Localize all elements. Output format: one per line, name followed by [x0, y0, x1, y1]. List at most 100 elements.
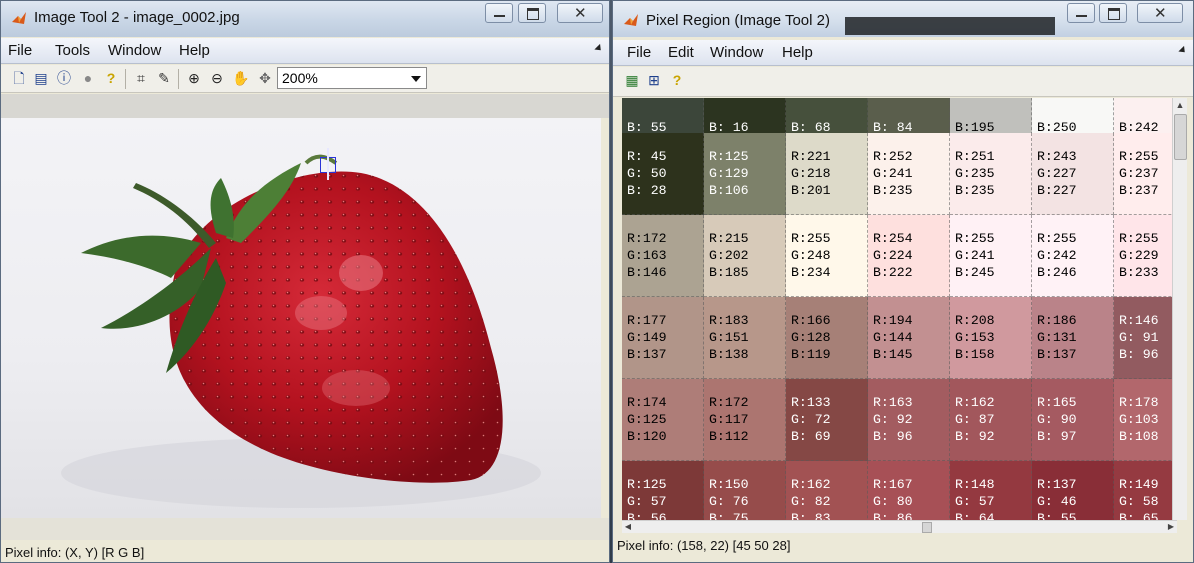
new-file-icon[interactable]: 🗋 [10, 69, 28, 87]
scroll-up-arrow-icon[interactable]: ▲ [1173, 98, 1187, 112]
zoom-level-select[interactable]: 200% [277, 67, 427, 89]
open-image-icon[interactable]: ▤ [32, 69, 50, 87]
maximize-button[interactable] [1099, 3, 1127, 23]
menu-edit[interactable]: Edit [668, 44, 694, 61]
pixel-region-title-bar[interactable]: Pixel Region (Image Tool 2) ✕ [613, 1, 1193, 37]
zoom-level-value: 200% [282, 70, 318, 86]
menu-window[interactable]: Window [108, 42, 161, 59]
pixel-cell: R:172 G:117 B:112 [704, 379, 786, 461]
pixel-cell: B: 16 [704, 98, 786, 135]
pixel-cell: R:163 G: 92 B: 96 [868, 379, 950, 461]
minimize-icon [494, 15, 505, 17]
title-bar-dark-band [845, 17, 1055, 35]
pixel-cell: R:255 G:242 B:246 [1032, 215, 1114, 297]
pixel-cell: R:133 G: 72 B: 69 [786, 379, 868, 461]
pixel-cell: R:255 G:237 B:237 [1114, 133, 1177, 215]
menu-tools[interactable]: Tools [55, 42, 90, 59]
pixel-region-status-bar: Pixel info: (158, 22) [45 50 28] [613, 535, 1193, 562]
pixel-cell: R:146 G: 91 B: 96 [1114, 297, 1177, 379]
pixel-cell: B:242 [1114, 98, 1177, 135]
pixel-cell: R:183 G:151 B:138 [704, 297, 786, 379]
pixel-cell: R:208 G:153 B:158 [950, 297, 1032, 379]
pixel-cell: R:162 G: 82 B: 83 [786, 461, 868, 521]
pixel-region-toolbar: ▦ ⊞ ? [613, 67, 1193, 97]
help-icon[interactable]: ? [668, 71, 686, 89]
pixel-cell: R:215 G:202 B:185 [704, 215, 786, 297]
pixel-cell: R:177 G:149 B:137 [622, 297, 704, 379]
toolbar-separator [125, 69, 126, 89]
pixel-cell: R:150 G: 76 B: 75 [704, 461, 786, 521]
minimize-button[interactable] [485, 3, 513, 23]
pixel-cell: R:125 G:129 B:106 [704, 133, 786, 215]
image-info-icon[interactable]: ⓘ [55, 69, 73, 87]
pixel-cell: R:243 G:227 B:227 [1032, 133, 1114, 215]
close-button[interactable]: ✕ [1137, 3, 1183, 23]
horizontal-scroll-thumb[interactable] [922, 522, 932, 533]
close-button[interactable]: ✕ [557, 3, 603, 23]
scroll-right-arrow-icon[interactable]: ▶ [1165, 521, 1177, 533]
image-tool-title-bar[interactable]: Image Tool 2 - image_0002.jpg ✕ [1, 1, 609, 37]
pixel-cell: B: 55 [622, 98, 704, 135]
menu-window[interactable]: Window [710, 44, 763, 61]
pixel-region-menu-bar: File Edit Window Help [613, 40, 1193, 66]
pixel-cell: R:221 G:218 B:201 [786, 133, 868, 215]
menu-dock-arrow-icon[interactable] [1178, 45, 1188, 56]
minimize-button[interactable] [1067, 3, 1095, 23]
pixel-cell: R:254 G:224 B:222 [868, 215, 950, 297]
pixel-grid-icon[interactable]: ⊞ [645, 71, 663, 89]
chevron-down-icon [411, 76, 421, 82]
pixel-cell: R:251 G:235 B:235 [950, 133, 1032, 215]
pixel-cell: R:178 G:103 B:108 [1114, 379, 1177, 461]
menu-file[interactable]: File [8, 42, 32, 59]
pixel-cell: R:174 G:125 B:120 [622, 379, 704, 461]
image-tool-window: Image Tool 2 - image_0002.jpg ✕ File Too… [0, 0, 610, 563]
maximize-button[interactable] [518, 3, 546, 23]
horizontal-scrollbar[interactable]: ◀ ▶ [622, 520, 1177, 533]
menu-help[interactable]: Help [782, 44, 813, 61]
pixel-cell: R:255 G:241 B:245 [950, 215, 1032, 297]
measure-distance-icon[interactable]: ✎ [155, 69, 173, 87]
pixel-cell: R:162 G: 87 B: 92 [950, 379, 1032, 461]
pixel-cell: R:172 G:163 B:146 [622, 215, 704, 297]
help-icon[interactable]: ? [102, 69, 120, 87]
pixel-cell: R:165 G: 90 B: 97 [1032, 379, 1114, 461]
toolbar-separator [178, 69, 179, 89]
image-bottom-gap [1, 518, 609, 540]
pixel-region-icon[interactable]: ✥ [256, 69, 274, 87]
adjust-contrast-icon[interactable]: ● [79, 69, 97, 87]
scroll-left-arrow-icon[interactable]: ◀ [622, 521, 634, 533]
copy-pixel-region-icon[interactable]: ▦ [623, 71, 641, 89]
image-tool-toolbar: 🗋 ▤ ⓘ ● ? ⌗ ✎ ⊕ ⊖ ✋ ✥ 200% [1, 65, 609, 93]
pixel-cell: R:148 G: 57 B: 64 [950, 461, 1032, 521]
maximize-icon [527, 8, 539, 20]
crop-icon[interactable]: ⌗ [132, 69, 150, 87]
matlab-logo-icon [624, 14, 638, 26]
menu-help[interactable]: Help [179, 42, 210, 59]
maximize-icon [1108, 8, 1120, 20]
pixel-cell: R:125 G: 57 B: 56 [622, 461, 704, 521]
pixel-cell: R:252 G:241 B:235 [868, 133, 950, 215]
image-display-area[interactable] [1, 118, 601, 518]
image-tool-title: Image Tool 2 - image_0002.jpg [34, 9, 240, 26]
zoom-out-icon[interactable]: ⊖ [208, 69, 226, 87]
pixel-cell: R:166 G:128 B:119 [786, 297, 868, 379]
pixel-cell: R:149 G: 58 B: 65 [1114, 461, 1177, 521]
pixel-cell: R:194 G:144 B:145 [868, 297, 950, 379]
pixel-info-text: Pixel info: (158, 22) [45 50 28] [617, 538, 791, 553]
close-icon: ✕ [574, 5, 587, 22]
pan-hand-icon[interactable]: ✋ [232, 69, 250, 87]
pixel-region-window: Pixel Region (Image Tool 2) ✕ File Edit … [612, 0, 1194, 563]
menu-dock-arrow-icon[interactable] [594, 43, 604, 54]
minimize-icon [1076, 15, 1087, 17]
pixel-cell: R:167 G: 80 B: 86 [868, 461, 950, 521]
pixel-cell: B: 68 [786, 98, 868, 135]
pixel-cell: R:255 G:248 B:234 [786, 215, 868, 297]
zoom-in-icon[interactable]: ⊕ [185, 69, 203, 87]
pixel-cell: R: 45 G: 50 B: 28 [622, 133, 704, 215]
pixel-value-grid[interactable]: B: 55 B: 16 B: 68 B: 84 B:195 B:250 B:24… [622, 98, 1177, 521]
menu-file[interactable]: File [627, 44, 651, 61]
pixel-cell: R:186 G:131 B:137 [1032, 297, 1114, 379]
vertical-scrollbar[interactable]: ▲ [1172, 98, 1187, 520]
vertical-scroll-thumb[interactable] [1174, 114, 1187, 160]
image-tool-status-bar: Pixel info: (X, Y) [R G B] [1, 540, 609, 562]
